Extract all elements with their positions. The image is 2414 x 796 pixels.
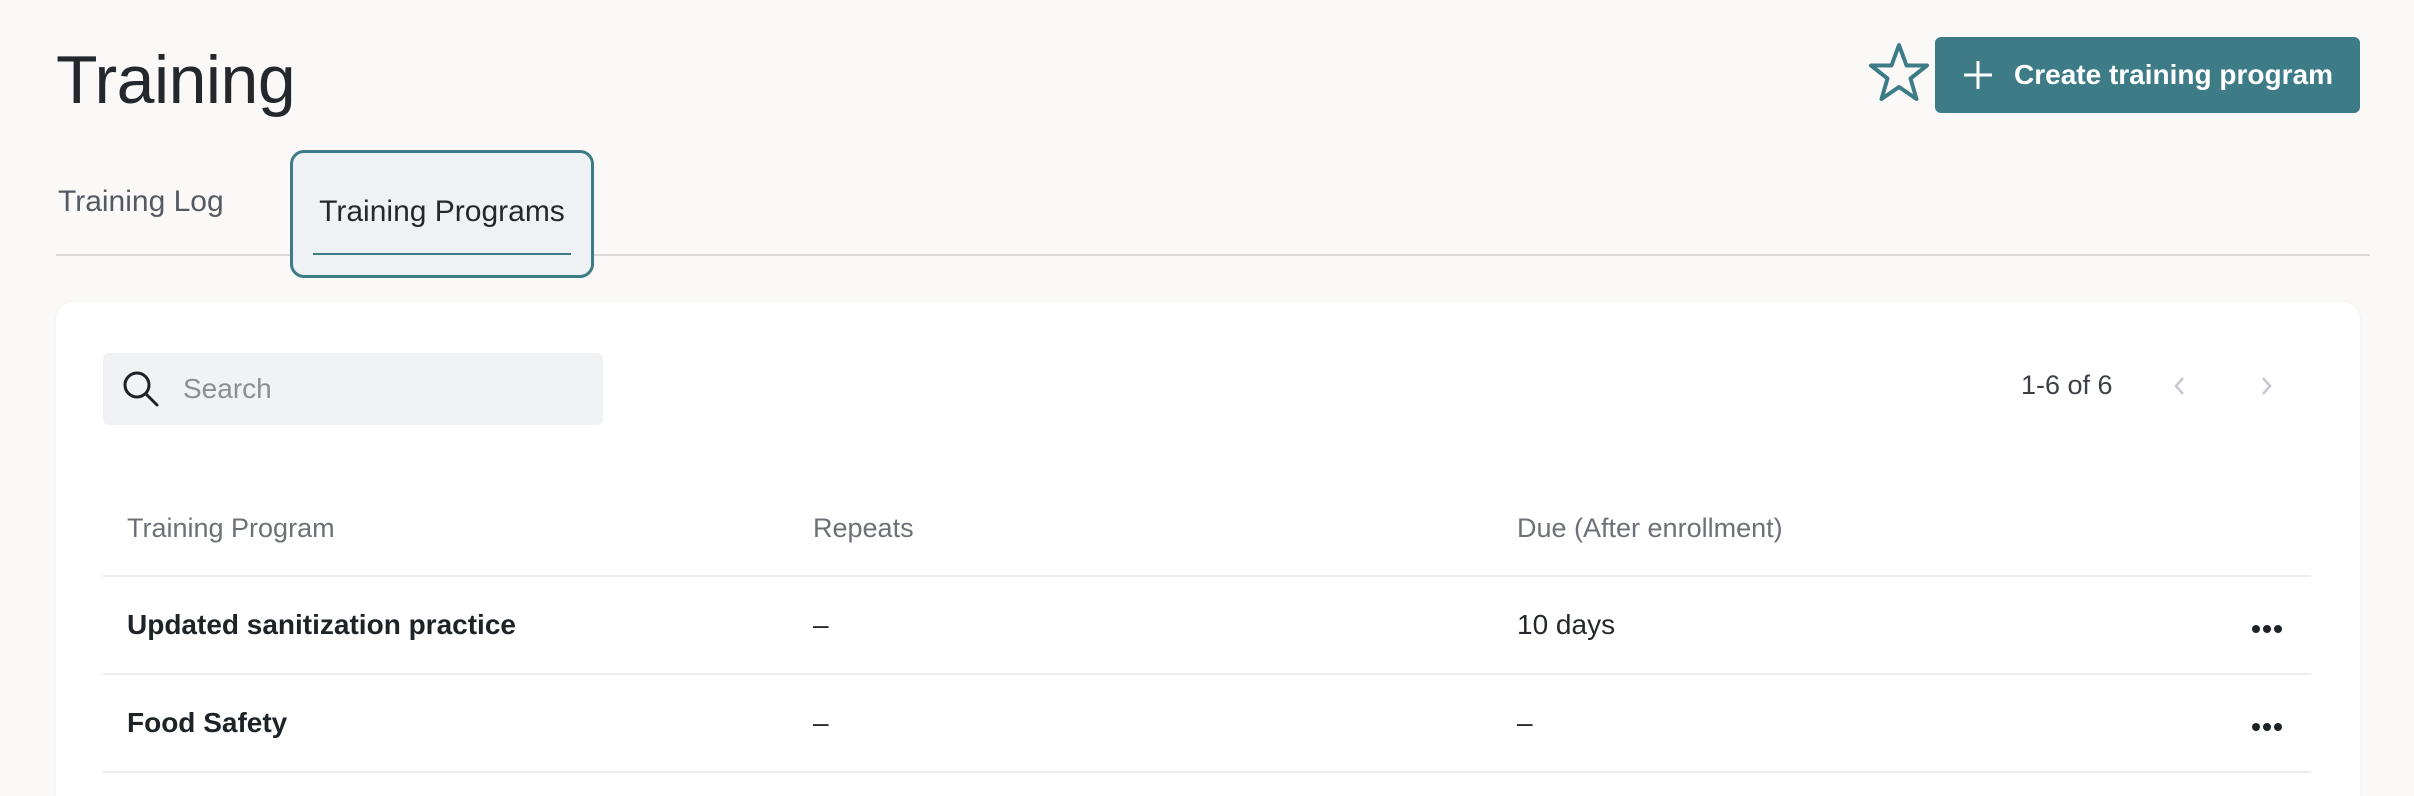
tab-bar: Training Log Training Programs [56,148,2370,278]
column-header-due[interactable]: Due (After enrollment) [1517,513,2217,544]
row-actions-button[interactable] [2247,610,2287,640]
program-due: 10 days [1517,609,1616,640]
chevron-right-icon [2256,374,2276,403]
program-repeats: – [813,707,829,738]
plus-icon [1962,59,1994,91]
tab-label: Training Programs [319,195,565,228]
program-repeats: – [813,609,829,640]
table-row[interactable]: Food Safety – – [103,675,2311,773]
more-horizontal-icon [2251,609,2283,641]
page-title: Training [56,42,296,118]
programs-table: Training Program Repeats Due (After enro… [103,482,2311,773]
row-actions-button[interactable] [2247,708,2287,738]
create-button-label: Create training program [2014,59,2333,90]
page: Training Create training program Trainin… [0,0,2414,796]
programs-card: 1-6 of 6 Training Program Repeats Due (A… [56,302,2360,796]
more-horizontal-icon [2251,707,2283,739]
pagination-range: 1-6 of 6 [2021,370,2113,400]
table-header: Training Program Repeats Due (After enro… [103,482,2311,577]
program-name: Updated sanitization practice [127,609,516,640]
search-icon [121,369,161,409]
program-name: Food Safety [127,707,288,738]
next-page-button[interactable] [2246,368,2286,408]
tab-training-log[interactable]: Training Log [58,148,224,256]
create-training-program-button[interactable]: Create training program [1935,37,2360,113]
search-box[interactable] [103,353,603,425]
column-header-repeats[interactable]: Repeats [813,513,1517,544]
star-icon [1868,41,1930,110]
program-due: – [1517,707,1533,738]
tab-label: Training Log [58,185,224,218]
column-header-training-program[interactable]: Training Program [103,513,813,544]
favorite-button[interactable] [1866,40,1932,110]
search-input[interactable] [183,373,563,405]
chevron-left-icon [2170,374,2190,403]
previous-page-button[interactable] [2160,368,2200,408]
active-tab-indicator [313,253,571,255]
tab-training-programs[interactable]: Training Programs [290,150,594,278]
table-row[interactable]: Updated sanitization practice – 10 days [103,577,2311,675]
